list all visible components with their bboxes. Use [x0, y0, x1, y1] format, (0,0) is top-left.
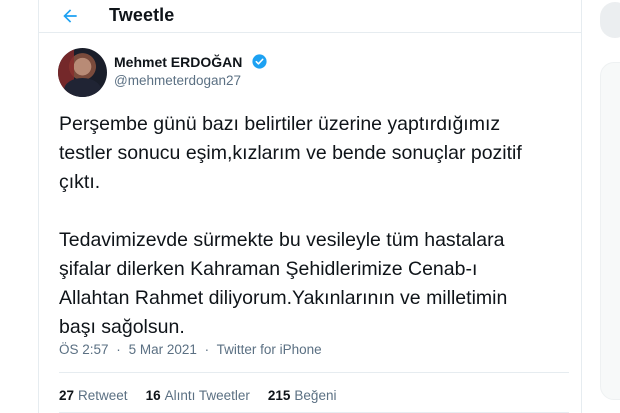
- likes-count: 215: [267, 388, 291, 403]
- meta-separator: ·: [116, 342, 121, 357]
- back-button[interactable]: [59, 5, 81, 27]
- page-title: Tweetle: [109, 5, 175, 25]
- tweet-time[interactable]: ÖS 2:57: [59, 342, 109, 357]
- page-header: Tweetle: [39, 0, 581, 33]
- likes-stat[interactable]: 215 Beğeni: [268, 388, 337, 403]
- sidebar-card: [600, 62, 620, 400]
- tweet-stats: 27 Retweet 16 Alıntı Tweetler 215 Beğeni: [59, 388, 336, 403]
- header-divider: [39, 32, 581, 33]
- quotes-count: 16: [145, 388, 161, 403]
- retweets-stat[interactable]: 27 Retweet: [59, 388, 128, 403]
- meta-separator: ·: [204, 342, 210, 357]
- avatar[interactable]: [58, 48, 107, 97]
- verified-badge-icon: [252, 54, 267, 69]
- quotes-label: Alıntı Tweetler: [164, 388, 250, 403]
- retweets-count: 27: [59, 388, 75, 403]
- meta-divider: [59, 372, 569, 373]
- tweet-meta: ÖS 2:57 · 5 Mar 2021 · Twitter for iPhon…: [59, 342, 322, 357]
- likes-label: Beğeni: [294, 388, 337, 403]
- author-handle[interactable]: @mehmeterdogan27: [114, 73, 241, 88]
- tweet-date[interactable]: 5 Mar 2021: [129, 342, 197, 357]
- arrow-left-icon: [63, 9, 77, 23]
- retweets-label: Retweet: [78, 388, 128, 403]
- search-input[interactable]: [600, 2, 620, 38]
- quotes-stat[interactable]: 16 Alıntı Tweetler: [146, 388, 250, 403]
- tweet-source[interactable]: Twitter for iPhone: [217, 342, 322, 357]
- author-name[interactable]: Mehmet ERDOĞAN: [114, 54, 242, 70]
- right-sidebar: [582, 0, 620, 413]
- tweet-text: Perşembe günü bazı belirtiler üzerine ya…: [59, 113, 522, 338]
- tweet-column: Tweetle Mehmet ERDOĞAN @mehmeterdogan27 …: [38, 0, 582, 413]
- avatar-shoulders: [64, 78, 101, 97]
